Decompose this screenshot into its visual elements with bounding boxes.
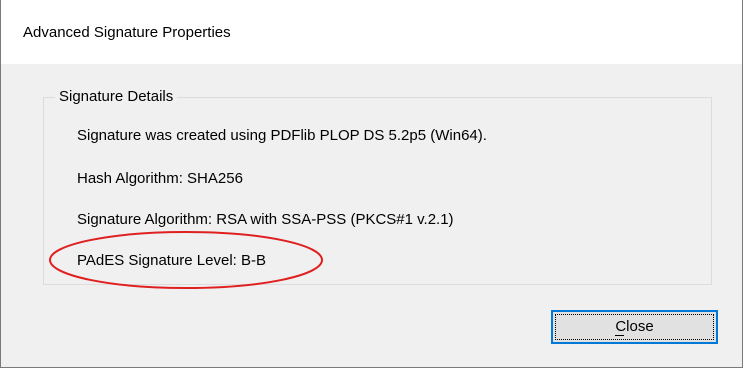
signature-creator-text: Signature was created using PDFlib PLOP …: [77, 127, 487, 144]
signature-algorithm-text: Signature Algorithm: RSA with SSA-PSS (P…: [77, 211, 454, 228]
close-button-label: Close: [615, 318, 654, 336]
dialog-titlebar[interactable]: Advanced Signature Properties: [1, 0, 742, 64]
mnemonic-underline: [615, 335, 625, 336]
advanced-signature-properties-dialog: Advanced Signature Properties Signature …: [0, 0, 743, 368]
hash-algorithm-text: Hash Algorithm: SHA256: [77, 170, 243, 187]
group-legend: Signature Details: [55, 88, 178, 105]
close-button[interactable]: Close: [551, 310, 718, 344]
pades-level-text: PAdES Signature Level: B-B: [77, 252, 266, 269]
dialog-title: Advanced Signature Properties: [23, 24, 231, 41]
